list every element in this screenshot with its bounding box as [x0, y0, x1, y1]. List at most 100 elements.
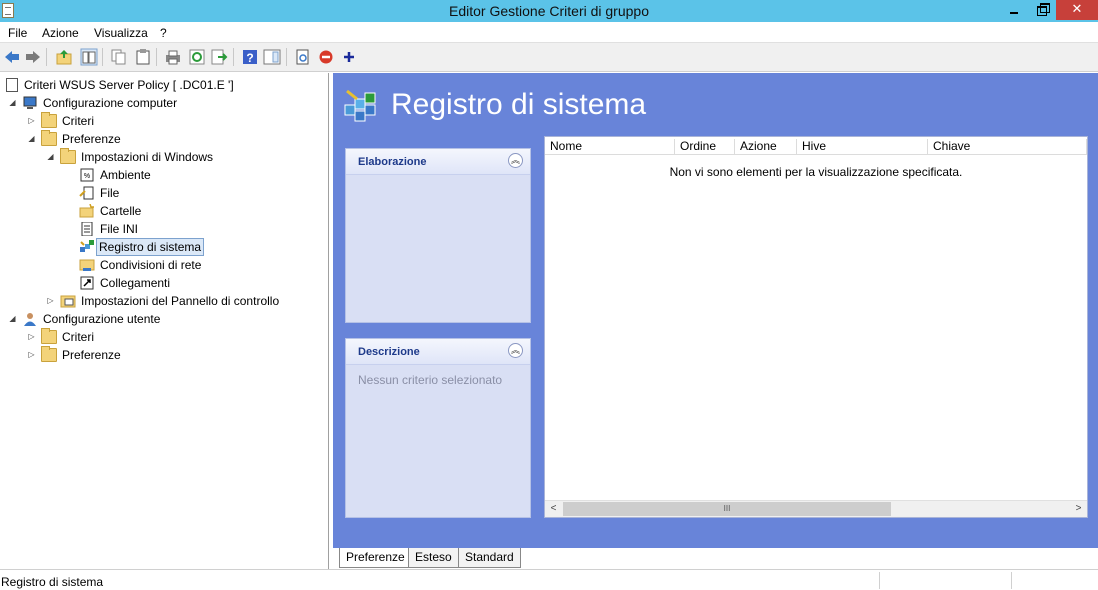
tree-windows-settings[interactable]: ◢ Impostazioni di Windows	[0, 148, 320, 166]
tree-user-configuration[interactable]: ◢ Configurazione utente	[0, 310, 320, 328]
environment-icon: %	[80, 168, 94, 182]
maximize-button[interactable]	[1028, 0, 1056, 20]
column-header-azione[interactable]: Azione	[735, 139, 797, 155]
folder-star-icon	[79, 204, 94, 218]
expand-triangle-icon[interactable]: ▷	[46, 292, 55, 310]
column-header-ordine[interactable]: Ordine	[675, 139, 735, 155]
title-bar: Editor Gestione Criteri di gruppo ✕	[0, 0, 1098, 22]
tree-label: Ambiente	[100, 168, 151, 182]
tree-item-condivisioni[interactable]: Condivisioni di rete	[0, 256, 320, 274]
tree-label: Criteri	[62, 114, 94, 128]
stop-icon[interactable]	[317, 48, 335, 66]
scroll-right-icon[interactable]: >	[1070, 501, 1087, 517]
page-title: Registro di sistema	[391, 88, 647, 121]
properties-icon[interactable]	[294, 48, 312, 66]
expand-triangle-icon[interactable]: ▷	[27, 112, 36, 130]
expand-triangle-icon[interactable]: ▷	[27, 346, 36, 364]
menu-bar: File Azione Visualizza ?	[0, 22, 1098, 43]
paste-icon[interactable]	[134, 48, 152, 66]
collapse-chevron-icon[interactable]: ︽	[508, 343, 523, 358]
tree-label: File	[100, 186, 120, 200]
tree-item-cartelle[interactable]: Cartelle	[0, 202, 320, 220]
console-tree: Criteri WSUS Server Policy [ .DC01.E '] …	[0, 73, 329, 569]
tree-label: Preferenze	[62, 348, 121, 362]
menu-help[interactable]: ?	[160, 26, 167, 40]
collapse-triangle-icon[interactable]: ◢	[8, 310, 17, 328]
collapse-chevron-icon[interactable]: ︽	[508, 153, 523, 168]
print-icon[interactable]	[164, 48, 182, 66]
svg-text:?: ?	[246, 51, 253, 65]
collapse-triangle-icon[interactable]: ◢	[46, 148, 55, 166]
tree-root-label: Criteri WSUS Server Policy [ .DC01.E ']	[24, 78, 234, 92]
tree-item-registro[interactable]: Registro di sistema	[0, 238, 320, 256]
scroll-left-icon[interactable]: <	[545, 501, 562, 517]
folder-icon	[41, 112, 57, 128]
copy-icon[interactable]	[110, 48, 128, 66]
computer-icon	[23, 96, 37, 109]
refresh-icon[interactable]	[188, 48, 206, 66]
registry-icon	[80, 240, 94, 252]
back-arrow-icon[interactable]	[3, 48, 21, 66]
up-folder-icon[interactable]	[55, 48, 73, 66]
status-bar: Registro di sistema	[0, 569, 1098, 590]
shortcut-icon	[80, 276, 94, 290]
tree-root[interactable]: Criteri WSUS Server Policy [ .DC01.E ']	[0, 76, 320, 94]
file-icon	[79, 186, 94, 200]
close-button[interactable]: ✕	[1056, 0, 1098, 20]
help-icon[interactable]: ?	[241, 48, 259, 66]
tree-user-preferenze[interactable]: ▷ Preferenze	[0, 346, 320, 364]
menu-azione[interactable]: Azione	[42, 26, 79, 40]
collapse-triangle-icon[interactable]: ◢	[27, 130, 36, 148]
toolbar: ?	[0, 43, 1098, 72]
tree-item-ambiente[interactable]: % Ambiente	[0, 166, 320, 184]
items-list[interactable]: Nome Ordine Azione Hive Chiave Non vi so…	[544, 136, 1088, 518]
list-header: Nome Ordine Azione Hive Chiave	[545, 137, 1087, 155]
menu-file[interactable]: File	[8, 26, 27, 40]
tree-label: Impostazioni di Windows	[81, 150, 214, 164]
tree-control-panel-settings[interactable]: ▷ Impostazioni del Pannello di controllo	[0, 292, 320, 310]
column-header-chiave[interactable]: Chiave	[928, 139, 1087, 155]
folder-icon	[41, 130, 57, 146]
column-header-hive[interactable]: Hive	[797, 139, 928, 155]
column-header-nome[interactable]: Nome	[545, 139, 675, 155]
processing-title: Elaborazione	[358, 156, 427, 168]
tab-standard[interactable]: Standard	[458, 548, 521, 568]
tree-label: Configurazione computer	[43, 96, 178, 110]
scroll-thumb[interactable]: III	[563, 502, 891, 516]
collapse-triangle-icon[interactable]: ◢	[8, 94, 17, 112]
tree-computer-criteri[interactable]: ▷ Criteri	[0, 112, 320, 130]
add-icon[interactable]	[340, 48, 358, 66]
svg-text:%: %	[84, 173, 90, 180]
tree-item-collegamenti[interactable]: Collegamenti	[0, 274, 320, 292]
ini-file-icon	[81, 222, 93, 236]
expand-triangle-icon[interactable]: ▷	[27, 328, 36, 346]
processing-panel: Elaborazione ︽	[345, 148, 531, 323]
export-list-icon[interactable]	[210, 48, 228, 66]
description-panel: Descrizione ︽ Nessun criterio selezionat…	[345, 338, 531, 518]
folder-icon	[41, 328, 57, 344]
tree-computer-preferenze[interactable]: ◢ Preferenze	[0, 130, 320, 148]
tree-item-file-ini[interactable]: File INI	[0, 220, 320, 238]
menu-visualizza[interactable]: Visualizza	[94, 26, 148, 40]
window-title: Editor Gestione Criteri di gruppo	[449, 3, 649, 19]
forward-arrow-icon[interactable]	[24, 48, 42, 66]
show-hide-tree-icon[interactable]	[80, 48, 98, 66]
show-hide-action-pane-icon[interactable]	[263, 48, 281, 66]
tree-label: Configurazione utente	[43, 312, 161, 326]
network-share-icon	[79, 259, 95, 271]
user-icon	[24, 313, 36, 326]
horizontal-scrollbar[interactable]: < III >	[545, 500, 1087, 517]
empty-message: Non vi sono elementi per la visualizzazi…	[669, 165, 963, 179]
tab-preferenze[interactable]: Preferenze	[339, 548, 412, 568]
tab-esteso[interactable]: Esteso	[408, 548, 459, 568]
tree-label: Condivisioni di rete	[100, 258, 202, 272]
tree-label: Impostazioni del Pannello di controllo	[81, 294, 280, 308]
tree-computer-configuration[interactable]: ◢ Configurazione computer	[0, 94, 320, 112]
folder-icon	[60, 148, 76, 164]
details-pane: Registro di sistema Elaborazione ︽ Descr…	[333, 73, 1098, 547]
tree-label: Preferenze	[62, 132, 121, 146]
registry-large-icon	[344, 89, 376, 122]
tree-user-criteri[interactable]: ▷ Criteri	[0, 328, 320, 346]
tree-item-file[interactable]: File	[0, 184, 320, 202]
minimize-button[interactable]	[1000, 0, 1028, 20]
